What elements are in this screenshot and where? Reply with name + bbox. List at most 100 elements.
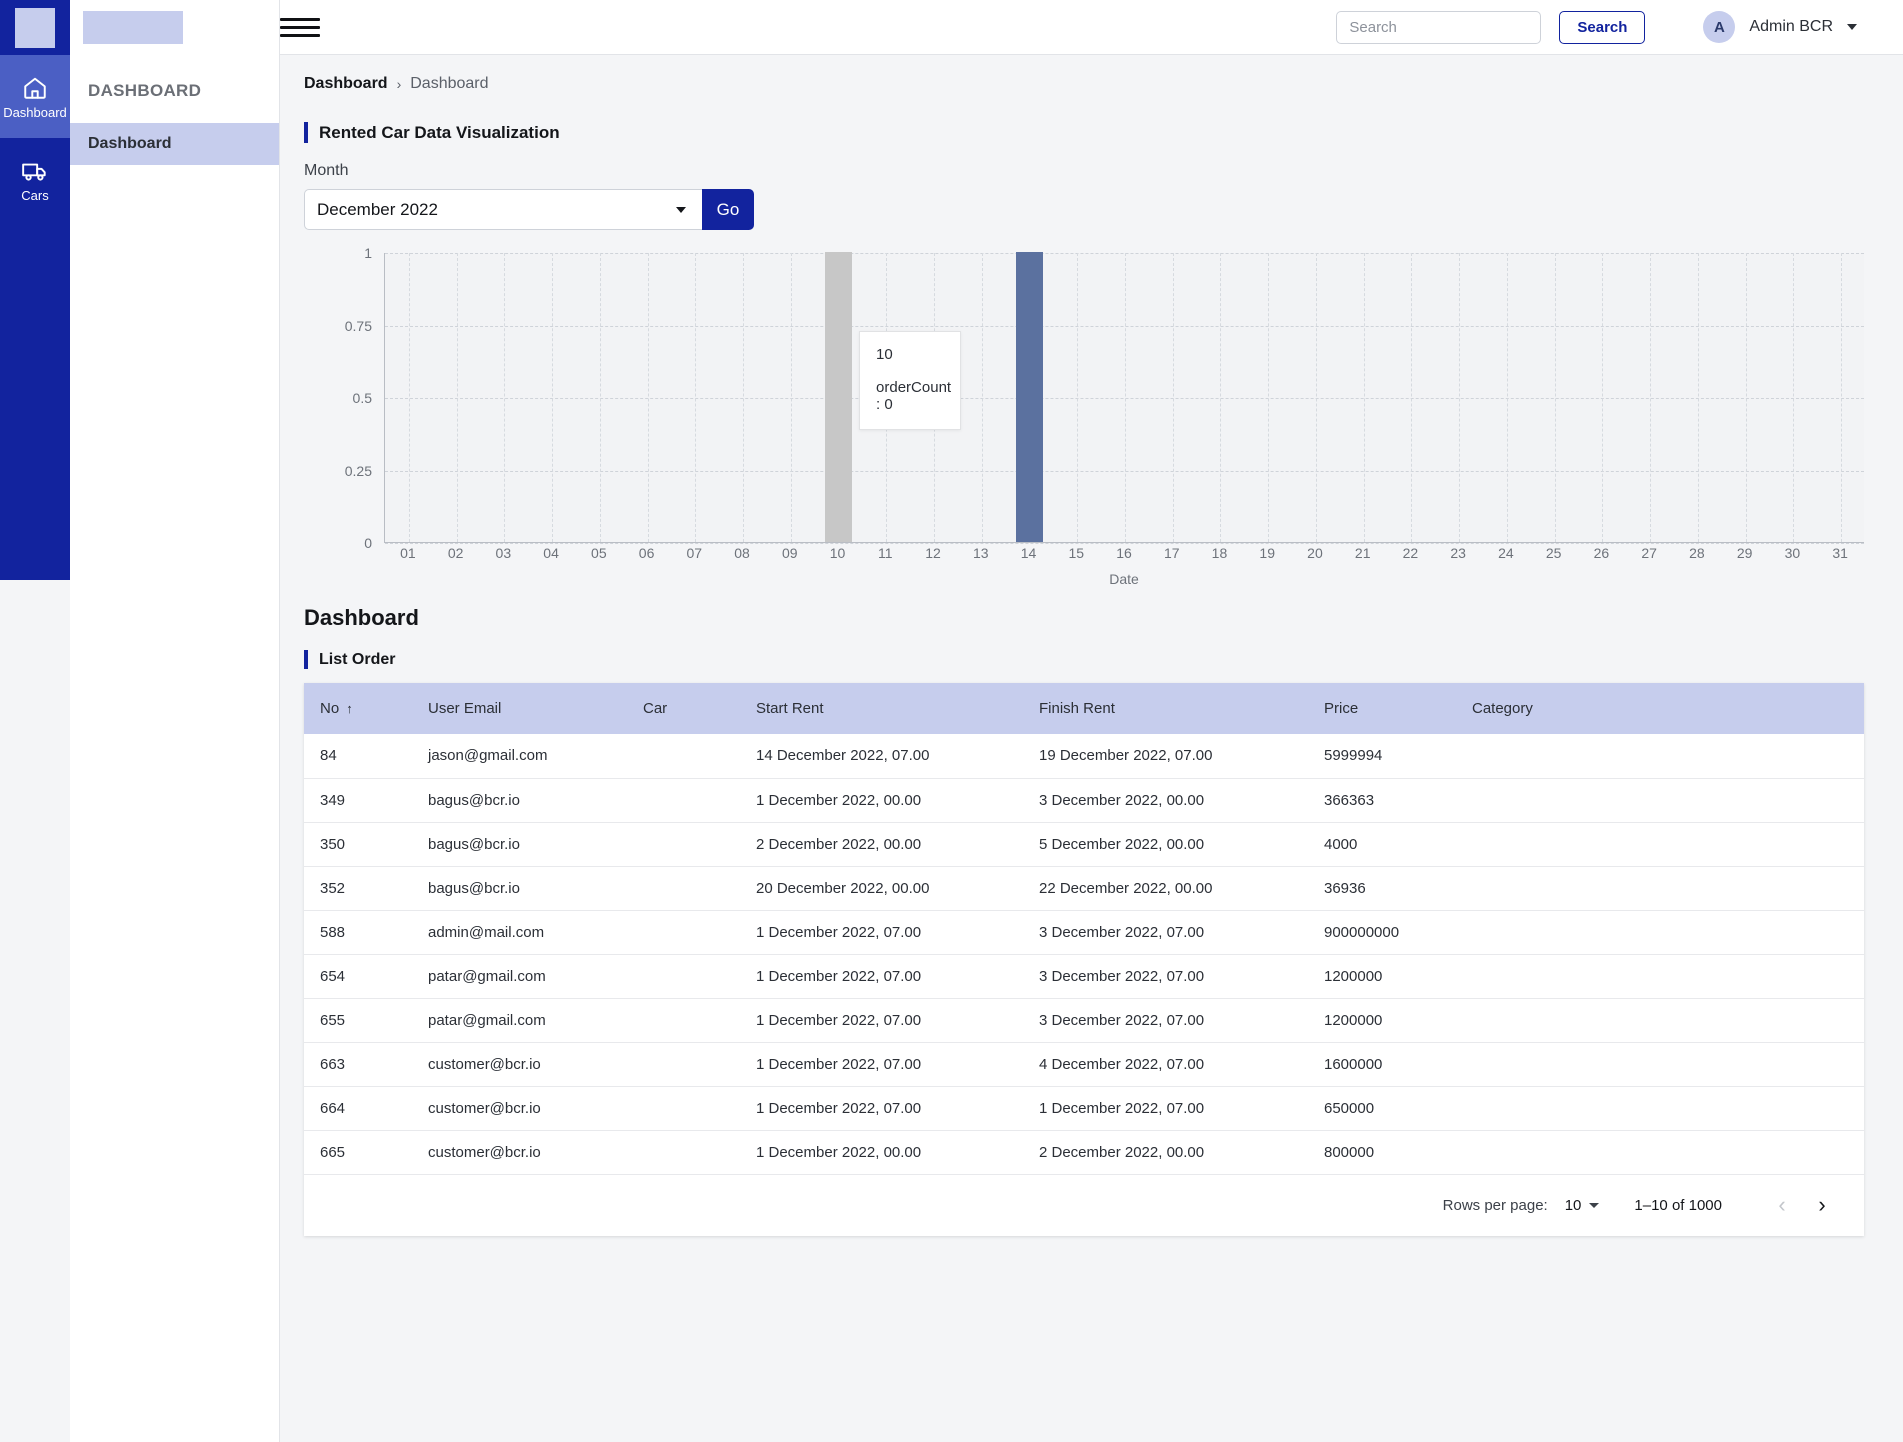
chart-x-tick-label: 13 bbox=[972, 545, 989, 561]
app-logo-icon bbox=[15, 7, 55, 48]
rows-per-page-label: Rows per page: bbox=[1442, 1196, 1548, 1214]
cell-car bbox=[627, 954, 740, 999]
cell-car bbox=[627, 998, 740, 1043]
chart-x-tick-label: 08 bbox=[734, 545, 750, 561]
column-header-category[interactable]: Category bbox=[1456, 683, 1864, 734]
chart-tooltip: 10 orderCount : 0 bbox=[859, 331, 962, 430]
cell-category bbox=[1456, 822, 1864, 867]
chart-gridline-vertical bbox=[1220, 253, 1222, 542]
chart-x-tick-label: 06 bbox=[638, 545, 655, 561]
chart-x-tick-label: 31 bbox=[1832, 545, 1848, 561]
chart-gridline-vertical bbox=[1602, 253, 1604, 542]
table-row[interactable]: 655 patar@gmail.com 1 December 2022, 07.00… bbox=[304, 998, 1864, 1043]
chart-gridline-vertical bbox=[1745, 253, 1747, 542]
order-table: No ↑ User Email Car Start Rent Finish Ren… bbox=[304, 683, 1864, 1175]
cell-car bbox=[627, 822, 740, 867]
truck-icon bbox=[21, 158, 49, 184]
cell-no: 84 bbox=[304, 734, 412, 779]
cell-price: 4000 bbox=[1308, 822, 1456, 867]
rail-item-cars[interactable]: Cars bbox=[0, 138, 70, 221]
rail-logo-container bbox=[0, 0, 70, 55]
user-menu[interactable]: A Admin BCR bbox=[1703, 11, 1857, 43]
previous-page-button: ‹ bbox=[1762, 1185, 1802, 1225]
chart-y-tick-label: 0 bbox=[364, 535, 372, 551]
table-pagination: Rows per page: 10 1–10 of 1000 ‹ › bbox=[304, 1175, 1864, 1236]
chart-x-axis-title: Date bbox=[1109, 571, 1139, 587]
cell-start-rent: 2 December 2022, 00.00 bbox=[740, 822, 1023, 867]
cell-car bbox=[627, 778, 740, 823]
table-row[interactable]: 350 bagus@bcr.io 2 December 2022, 00.00 5 D… bbox=[304, 822, 1864, 867]
column-header-finish-rent[interactable]: Finish Rent bbox=[1023, 683, 1308, 734]
table-row[interactable]: 663 customer@bcr.io 1 December 2022, 07.00… bbox=[304, 1042, 1864, 1087]
column-header-no[interactable]: No ↑ bbox=[304, 683, 412, 734]
order-table-card: No ↑ User Email Car Start Rent Finish Ren… bbox=[304, 683, 1864, 1236]
table-row[interactable]: 352 bagus@bcr.io 20 December 2022, 00.00 22… bbox=[304, 866, 1864, 911]
column-header-price[interactable]: Price bbox=[1308, 683, 1456, 734]
cell-finish-rent: 3 December 2022, 07.00 bbox=[1023, 910, 1308, 955]
cell-no: 349 bbox=[304, 778, 412, 823]
breadcrumb-item-0[interactable]: Dashboard bbox=[304, 75, 388, 93]
chart-x-tick-label: 22 bbox=[1402, 545, 1419, 561]
cell-finish-rent: 4 December 2022, 07.00 bbox=[1023, 1042, 1308, 1087]
chart-gridline-vertical bbox=[1554, 253, 1556, 542]
cell-user-email: patar@gmail.com bbox=[412, 954, 627, 999]
chart-gridline-vertical bbox=[1268, 253, 1270, 542]
sidebar: DASHBOARD Dashboard bbox=[70, 0, 280, 1442]
hamburger-icon[interactable] bbox=[280, 17, 320, 37]
chart-gridline-vertical bbox=[408, 253, 410, 542]
cell-car bbox=[627, 1086, 740, 1131]
chart-x-tick-label: 21 bbox=[1354, 545, 1371, 561]
column-header-start-rent[interactable]: Start Rent bbox=[740, 683, 1023, 734]
table-row[interactable]: 665 customer@bcr.io 1 December 2022, 00.00… bbox=[304, 1130, 1864, 1175]
cell-category bbox=[1456, 1130, 1864, 1175]
chart-gridline-vertical bbox=[456, 253, 458, 542]
chart-x-tick-label: 04 bbox=[543, 545, 559, 561]
cell-no: 664 bbox=[304, 1086, 412, 1131]
cell-price: 1200000 bbox=[1308, 954, 1456, 999]
chart-y-tick-label: 1 bbox=[364, 245, 372, 261]
topbar: Search A Admin BCR bbox=[280, 0, 1903, 55]
column-header-user-email[interactable]: User Email bbox=[412, 683, 627, 734]
table-row[interactable]: 654 patar@gmail.com 1 December 2022, 07.00… bbox=[304, 954, 1864, 999]
chart-gridline-vertical bbox=[1315, 253, 1317, 542]
chart-x-tick-label: 01 bbox=[400, 545, 416, 561]
cell-price: 900000000 bbox=[1308, 910, 1456, 955]
sidebar-item-dashboard[interactable]: Dashboard bbox=[70, 123, 279, 165]
chart-x-tick-label: 03 bbox=[495, 545, 512, 561]
cell-no: 588 bbox=[304, 910, 412, 955]
rail-item-dashboard[interactable]: Dashboard bbox=[0, 55, 70, 138]
list-order-title: List Order bbox=[304, 650, 1863, 669]
chart-x-tick-label: 05 bbox=[591, 545, 607, 561]
avatar: A bbox=[1703, 11, 1736, 43]
table-row[interactable]: 84 jason@gmail.com 14 December 2022, 07.00… bbox=[304, 734, 1864, 779]
cell-user-email: customer@bcr.io bbox=[412, 1130, 627, 1175]
chart-x-tick-label: 16 bbox=[1116, 545, 1132, 561]
go-button[interactable]: Go bbox=[702, 189, 754, 230]
table-row[interactable]: 588 admin@mail.com 1 December 2022, 07.00 3… bbox=[304, 910, 1864, 955]
table-row[interactable]: 664 customer@bcr.io 1 December 2022, 07.00… bbox=[304, 1086, 1864, 1131]
rail-item-dashboard-label: Dashboard bbox=[3, 104, 67, 120]
next-page-button[interactable]: › bbox=[1802, 1185, 1842, 1225]
chart-gridline-horizontal bbox=[385, 543, 1864, 544]
column-header-car[interactable]: Car bbox=[627, 683, 740, 734]
list-accent-bar bbox=[304, 650, 308, 669]
chart-bar[interactable] bbox=[1016, 252, 1043, 542]
chart-bar[interactable] bbox=[825, 252, 852, 542]
sidebar-item-dashboard-label: Dashboard bbox=[88, 135, 172, 152]
search-button[interactable]: Search bbox=[1559, 10, 1646, 44]
chart-y-tick-label: 0.75 bbox=[344, 317, 372, 334]
cell-finish-rent: 3 December 2022, 07.00 bbox=[1023, 954, 1308, 999]
rows-per-page-select[interactable]: 10 bbox=[1565, 1197, 1600, 1214]
chart-gridline-vertical bbox=[981, 253, 983, 542]
search-input[interactable] bbox=[1336, 10, 1542, 44]
cell-category bbox=[1456, 1042, 1864, 1087]
cell-finish-rent: 1 December 2022, 07.00 bbox=[1023, 1086, 1308, 1131]
chart-gridline-vertical bbox=[1650, 253, 1652, 542]
chart-x-tick-label: 26 bbox=[1593, 545, 1610, 561]
table-row[interactable]: 349 bagus@bcr.io 1 December 2022, 00.00 3 D… bbox=[304, 778, 1864, 823]
chart-x-tick-label: 12 bbox=[925, 545, 941, 561]
month-select[interactable]: December 2022 bbox=[304, 189, 702, 230]
chart-x-tick-label: 24 bbox=[1498, 545, 1514, 561]
cell-category bbox=[1456, 998, 1864, 1043]
breadcrumb-item-1: Dashboard bbox=[410, 75, 489, 92]
